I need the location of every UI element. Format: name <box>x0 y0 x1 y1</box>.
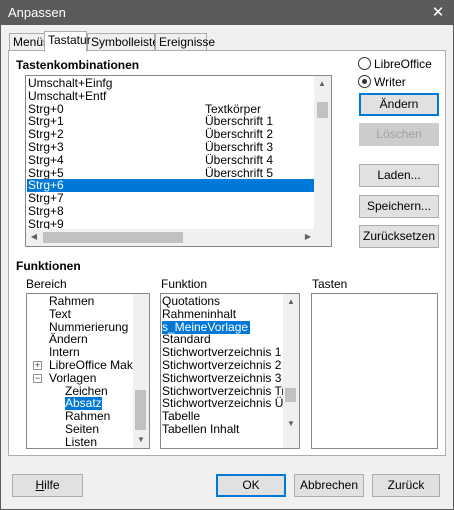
tab-keyboard[interactable]: Tastatur <box>44 31 91 52</box>
shortcut-row[interactable]: Strg+5 Überschrift 5 <box>27 165 315 180</box>
function-item[interactable]: Stichwortverzeichnis 3 <box>162 371 281 385</box>
shortcuts-heading: Tastenkombinationen <box>16 58 140 72</box>
function-list[interactable]: Quotations Rahmeninhalt s_MeineVorlage Stan… <box>160 293 300 449</box>
shortcut-function: Überschrift 5 <box>205 165 274 180</box>
keys-label: Tasten <box>312 277 348 291</box>
shortcut-key: Strg+4 <box>28 152 64 167</box>
change-button[interactable]: Ändern <box>359 93 439 116</box>
scroll-up-icon[interactable]: ▲ <box>283 294 299 310</box>
tree-item[interactable]: Listen <box>65 435 97 448</box>
save-button[interactable]: Speichern... <box>359 195 439 218</box>
load-button[interactable]: Laden... <box>359 164 439 187</box>
shortcut-hscrollbar[interactable]: ◀ ▶ <box>26 229 331 246</box>
function-scroll-thumb[interactable] <box>285 388 296 402</box>
radio-writer[interactable] <box>358 75 371 88</box>
back-button[interactable]: Zurück <box>372 474 440 497</box>
tree-item[interactable]: Vorlagen <box>49 371 96 385</box>
tab-toolbars[interactable]: Symbolleisten <box>87 33 166 51</box>
radio-libreoffice[interactable] <box>358 57 371 70</box>
shortcut-row[interactable]: Strg+6 <box>27 179 315 193</box>
shortcut-row[interactable]: Strg+7 <box>27 192 315 205</box>
scroll-left-icon[interactable]: ◀ <box>26 229 42 245</box>
radio-libreoffice-label: LibreOffice <box>374 57 432 71</box>
area-scroll-thumb[interactable] <box>135 390 146 430</box>
ok-button[interactable]: OK <box>216 474 286 497</box>
function-label: Funktion <box>161 277 208 291</box>
function-item[interactable]: Rahmeninhalt <box>162 307 236 321</box>
collapse-icon[interactable]: − <box>33 373 42 383</box>
scroll-up-icon[interactable]: ▲ <box>314 76 330 92</box>
keys-list[interactable] <box>311 293 438 449</box>
help-button[interactable]: Hilfe <box>12 474 83 497</box>
shortcut-row[interactable]: Strg+4 Überschrift 4 <box>27 152 315 167</box>
reset-button[interactable]: Zurücksetzen <box>359 225 439 248</box>
tab-events[interactable]: Ereignisse <box>155 33 215 51</box>
area-label: Bereich <box>26 277 67 291</box>
title-bar: Anpassen ✕ <box>0 0 454 25</box>
area-tree[interactable]: Rahmen Text Nummerierung Ändern Intern + Libre… <box>26 293 150 449</box>
scroll-down-icon[interactable]: ▼ <box>283 416 299 432</box>
function-vscrollbar[interactable]: ▲ ▼ <box>283 294 299 448</box>
shortcut-key: Umschalt+Entf <box>28 88 107 103</box>
close-icon[interactable]: ✕ <box>428 3 448 22</box>
radio-writer-label: Writer <box>374 75 406 89</box>
scroll-right-icon[interactable]: ▶ <box>300 229 316 245</box>
scroll-thumb[interactable] <box>317 102 328 118</box>
function-item[interactable]: Tabellen Inhalt <box>162 423 239 436</box>
shortcut-function: Überschrift 4 <box>205 152 274 167</box>
functions-heading: Funktionen <box>16 259 81 273</box>
shortcut-row[interactable]: Strg+8 <box>27 205 315 218</box>
expand-icon[interactable]: + <box>33 361 42 370</box>
hscroll-thumb[interactable] <box>43 232 183 243</box>
delete-button[interactable]: Löschen <box>359 123 439 146</box>
cancel-button[interactable]: Abbrechen <box>294 474 364 497</box>
window-title: Anpassen <box>8 5 66 20</box>
tab-menus[interactable]: Menüs <box>9 33 49 51</box>
shortcut-vscrollbar[interactable]: ▲ <box>314 76 331 231</box>
area-vscrollbar[interactable]: ▼ <box>133 294 149 448</box>
shortcut-row[interactable]: Umschalt+Entf <box>27 88 315 103</box>
scroll-down-icon[interactable]: ▼ <box>133 432 149 448</box>
tree-item[interactable]: Text <box>49 307 71 321</box>
shortcut-list[interactable]: Umschalt+Einfg Umschalt+Entf Strg+0 Textkör… <box>25 75 332 247</box>
